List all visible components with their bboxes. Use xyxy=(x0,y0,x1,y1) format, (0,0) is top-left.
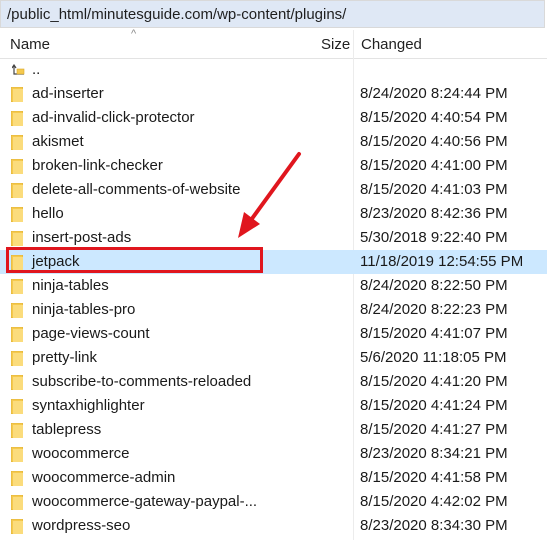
folder-changed-date: 5/30/2018 9:22:40 PM xyxy=(360,229,508,246)
column-header-size-label: Size xyxy=(321,35,351,53)
folder-name: subscribe-to-comments-reloaded xyxy=(32,373,252,390)
folder-icon xyxy=(11,135,23,150)
folder-changed-date: 8/15/2020 4:41:20 PM xyxy=(360,373,508,390)
sort-ascending-icon: ^ xyxy=(131,28,137,40)
column-header-name[interactable]: Name xyxy=(10,30,50,58)
folder-changed-date: 11/18/2019 12:54:55 PM xyxy=(360,253,524,270)
folder-icon xyxy=(11,231,23,246)
file-list: .. ad-inserter 8/24/2020 8:24:44 PM ad-inv… xyxy=(0,58,547,538)
folder-changed-date: 8/15/2020 4:41:00 PM xyxy=(360,157,508,174)
folder-name: insert-post-ads xyxy=(32,229,132,246)
folder-name: woocommerce xyxy=(32,445,130,462)
folder-changed-date: 8/15/2020 4:42:02 PM xyxy=(360,493,508,510)
folder-icon xyxy=(11,279,23,294)
folder-name: ninja-tables-pro xyxy=(32,301,136,318)
folder-icon xyxy=(11,447,23,462)
folder-row[interactable]: subscribe-to-comments-reloaded 8/15/2020 … xyxy=(0,370,547,394)
folder-row[interactable]: ad-inserter 8/24/2020 8:24:44 PM xyxy=(0,82,547,106)
folder-name: hello xyxy=(32,205,64,222)
remote-path-bar[interactable]: /public_html/minutesguide.com/wp-content… xyxy=(0,0,545,28)
folder-changed-date: 8/24/2020 8:22:50 PM xyxy=(360,277,508,294)
folder-changed-date: 8/15/2020 4:41:58 PM xyxy=(360,469,508,486)
folder-row[interactable]: ad-invalid-click-protector 8/15/2020 4:40… xyxy=(0,106,547,130)
folder-icon xyxy=(11,87,23,102)
folder-name: delete-all-comments-of-website xyxy=(32,181,241,198)
folder-row[interactable]: akismet 8/15/2020 4:40:56 PM xyxy=(0,130,547,154)
folder-name: akismet xyxy=(32,133,84,150)
folder-row[interactable]: tablepress 8/15/2020 4:41:27 PM xyxy=(0,418,547,442)
folder-changed-date: 8/24/2020 8:22:23 PM xyxy=(360,301,508,318)
parent-directory-row[interactable]: .. xyxy=(0,58,547,82)
folder-row[interactable]: delete-all-comments-of-website 8/15/2020 … xyxy=(0,178,547,202)
folder-icon xyxy=(11,495,23,510)
folder-name: syntaxhighlighter xyxy=(32,397,145,414)
folder-icon xyxy=(11,159,23,174)
folder-name: page-views-count xyxy=(32,325,150,342)
folder-name: ninja-tables xyxy=(32,277,109,294)
folder-name: tablepress xyxy=(32,421,102,438)
folder-changed-date: 8/23/2020 8:42:36 PM xyxy=(360,205,508,222)
folder-icon xyxy=(11,303,23,318)
folder-name: broken-link-checker xyxy=(32,157,163,174)
folder-changed-date: 8/15/2020 4:40:56 PM xyxy=(360,133,508,150)
folder-row[interactable]: pretty-link 5/6/2020 11:18:05 PM xyxy=(0,346,547,370)
folder-row[interactable]: woocommerce 8/23/2020 8:34:21 PM xyxy=(0,442,547,466)
file-list-header: Name ^ Size Changed xyxy=(0,28,547,59)
folder-icon xyxy=(11,519,23,534)
folder-row[interactable]: hello 8/23/2020 8:42:36 PM xyxy=(0,202,547,226)
folder-changed-date: 8/15/2020 4:41:07 PM xyxy=(360,325,508,342)
folder-changed-date: 8/15/2020 4:41:24 PM xyxy=(360,397,508,414)
folder-row[interactable]: insert-post-ads 5/30/2018 9:22:40 PM xyxy=(0,226,547,250)
remote-path-text: /public_html/minutesguide.com/wp-content… xyxy=(7,5,347,23)
folder-icon xyxy=(11,255,23,270)
folder-icon xyxy=(11,207,23,222)
folder-row[interactable]: ninja-tables-pro 8/24/2020 8:22:23 PM xyxy=(0,298,547,322)
folder-name: ad-invalid-click-protector xyxy=(32,109,195,126)
folder-row[interactable]: woocommerce-gateway-paypal-... 8/15/2020 … xyxy=(0,490,547,514)
folder-changed-date: 8/24/2020 8:24:44 PM xyxy=(360,85,508,102)
parent-folder-icon xyxy=(12,64,25,75)
folder-icon xyxy=(11,327,23,342)
folder-icon xyxy=(11,375,23,390)
folder-name: pretty-link xyxy=(32,349,98,366)
folder-row[interactable]: jetpack 11/18/2019 12:54:55 PM xyxy=(0,250,547,274)
folder-changed-date: 8/15/2020 4:41:03 PM xyxy=(360,181,508,198)
folder-name: wordpress-seo xyxy=(32,517,131,534)
folder-icon xyxy=(11,399,23,414)
folder-changed-date: 8/15/2020 4:40:54 PM xyxy=(360,109,508,126)
sftp-file-browser: /public_html/minutesguide.com/wp-content… xyxy=(0,0,547,540)
folder-changed-date: 8/15/2020 4:41:27 PM xyxy=(360,421,508,438)
folder-icon xyxy=(11,471,23,486)
parent-directory-label: .. xyxy=(32,61,41,78)
folder-row[interactable]: woocommerce-admin 8/15/2020 4:41:58 PM xyxy=(0,466,547,490)
column-header-changed-label: Changed xyxy=(361,35,422,53)
folder-changed-date: 8/23/2020 8:34:30 PM xyxy=(360,517,508,534)
folder-changed-date: 8/23/2020 8:34:21 PM xyxy=(360,445,508,462)
folder-icon xyxy=(11,183,23,198)
folder-icon xyxy=(11,351,23,366)
folder-changed-date: 5/6/2020 11:18:05 PM xyxy=(360,349,507,366)
column-header-changed[interactable]: Changed xyxy=(361,30,422,58)
folder-row[interactable]: page-views-count 8/15/2020 4:41:07 PM xyxy=(0,322,547,346)
folder-row[interactable]: wordpress-seo 8/23/2020 8:34:30 PM xyxy=(0,514,547,538)
folder-name: woocommerce-admin xyxy=(32,469,176,486)
folder-name: woocommerce-gateway-paypal-... xyxy=(32,493,258,510)
column-header-name-label: Name xyxy=(10,35,51,53)
folder-icon xyxy=(11,111,23,126)
folder-row[interactable]: ninja-tables 8/24/2020 8:22:50 PM xyxy=(0,274,547,298)
folder-icon xyxy=(11,423,23,438)
folder-name: ad-inserter xyxy=(32,85,104,102)
folder-row[interactable]: syntaxhighlighter 8/15/2020 4:41:24 PM xyxy=(0,394,547,418)
column-header-size[interactable]: Size xyxy=(321,30,350,58)
folder-name: jetpack xyxy=(32,253,80,270)
folder-row[interactable]: broken-link-checker 8/15/2020 4:41:00 PM xyxy=(0,154,547,178)
